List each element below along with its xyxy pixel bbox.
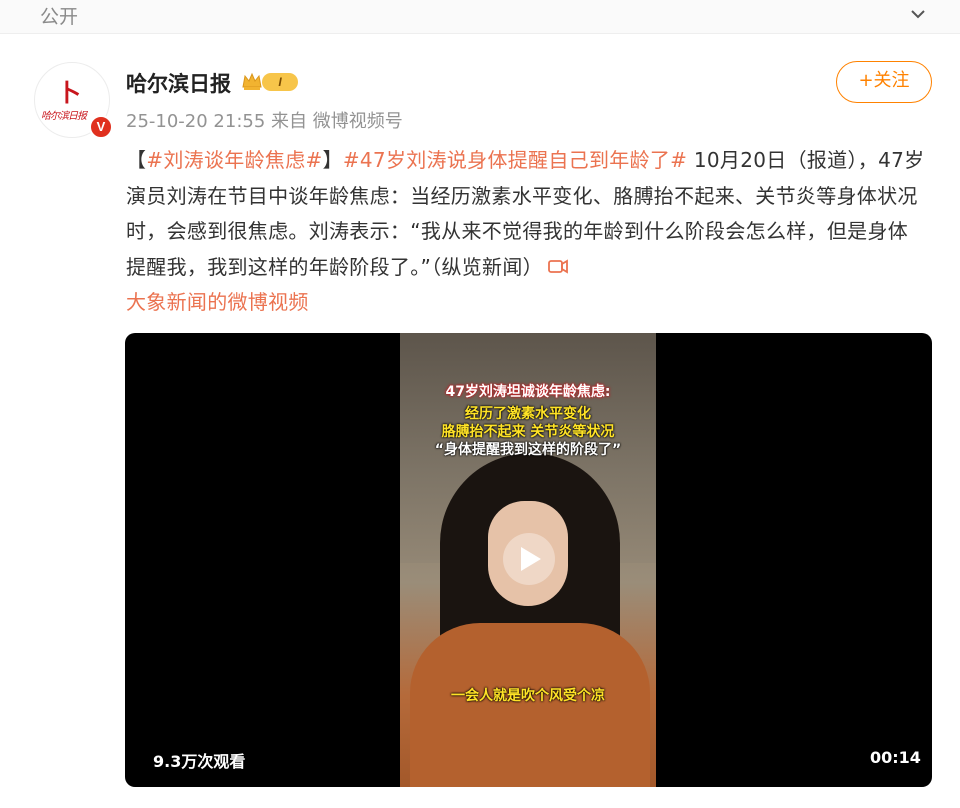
crown-icon <box>242 72 262 90</box>
avatar[interactable]: 卜 哈尔滨日报 V <box>34 62 113 139</box>
video-subtitle: 一会人就是吹个风受个凉 <box>451 688 605 704</box>
view-count: 9.3万次观看 <box>153 752 246 771</box>
hashtag-body-reminder[interactable]: #47岁刘涛说身体提醒自己到年龄了# <box>343 148 687 172</box>
bracket-open: 【 <box>126 148 147 172</box>
post-meta: 25-10-20 21:55 来自 微博视频号 <box>126 107 403 133</box>
caption-line-1: 经历了激素水平变化 <box>465 406 591 422</box>
caption-quote: “身体提醒我到这样的阶段了” <box>434 442 622 458</box>
chevron-down-icon[interactable] <box>907 3 929 25</box>
avatar-text: 哈尔滨日报 <box>41 111 87 122</box>
thumbnail-body <box>410 623 650 787</box>
post-time[interactable]: 25-10-20 21:55 <box>126 111 265 132</box>
video-duration: 00:14 <box>870 748 921 767</box>
follow-button[interactable]: +关注 <box>836 61 932 103</box>
avatar-logo: 卜 <box>57 78 81 107</box>
caption-line-2: 胳膊抬不起来 关节炎等状况 <box>441 424 615 440</box>
video-source-link[interactable]: 大象新闻的微博视频 <box>126 290 309 314</box>
post-text: 【#刘涛谈年龄焦虑#】#47岁刘涛说身体提醒自己到年龄了# 10月20日（报道）… <box>126 143 926 321</box>
play-button[interactable] <box>503 533 555 585</box>
visibility-label: 公开 <box>40 6 79 28</box>
video-icon[interactable] <box>547 258 569 276</box>
post-source: 来自 微博视频号 <box>271 111 403 132</box>
caption-title: 47岁刘涛坦诚谈年龄焦虑: <box>445 384 611 400</box>
top-bar: 公开 <box>0 0 960 34</box>
bracket-close: 】 <box>322 148 343 172</box>
level-badge[interactable]: I <box>262 73 298 91</box>
verified-badge: V <box>89 115 113 139</box>
author-name[interactable]: 哈尔滨日报 <box>126 68 231 98</box>
hashtag-age-anxiety[interactable]: #刘涛谈年龄焦虑# <box>146 148 322 172</box>
video-player[interactable]: 47岁刘涛坦诚谈年龄焦虑: 经历了激素水平变化 胳膊抬不起来 关节炎等状况 “身… <box>125 333 932 787</box>
play-icon <box>521 547 541 571</box>
